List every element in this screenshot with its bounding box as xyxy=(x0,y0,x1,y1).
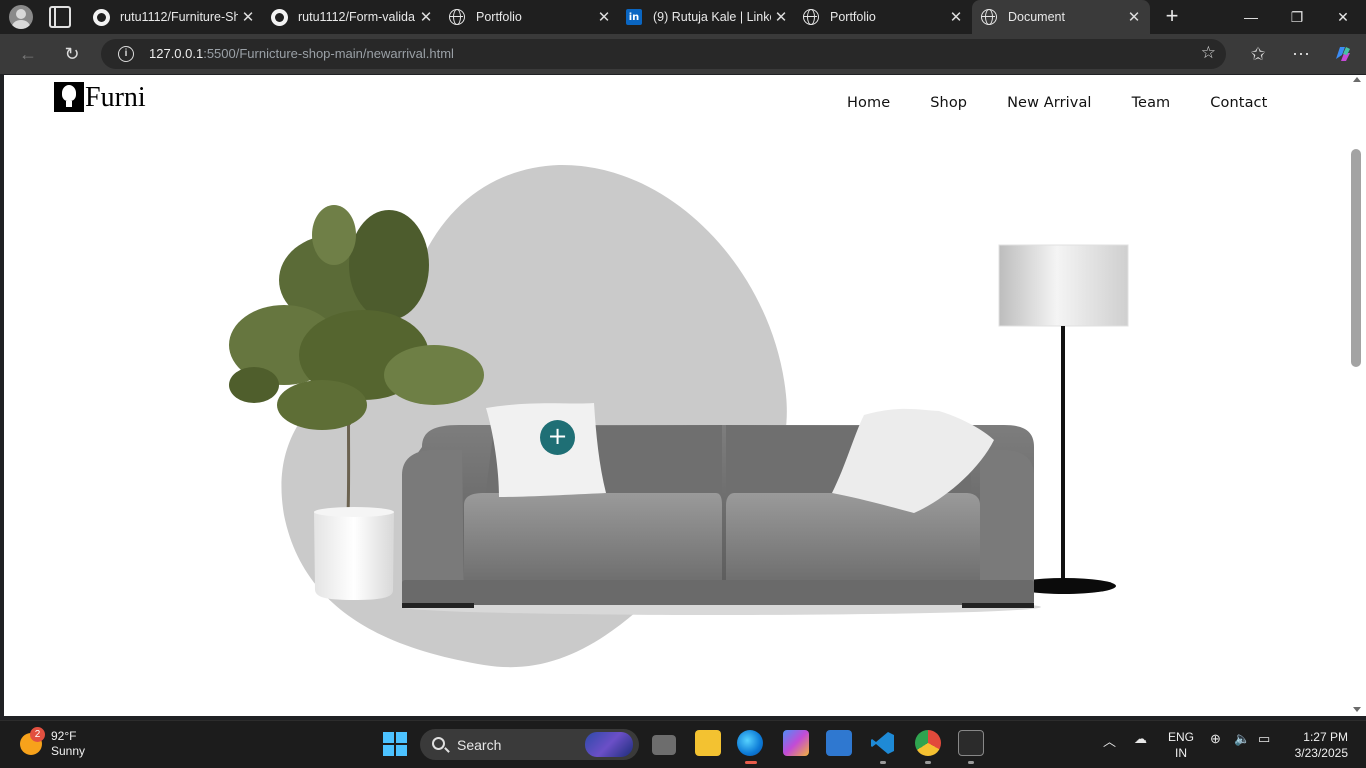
address-bar[interactable]: i 127.0.0.1:5500/Furnicture-shop-main/ne… xyxy=(101,39,1226,69)
battery-icon[interactable]: ▭ xyxy=(1258,731,1270,747)
close-tab-icon[interactable]: ✕ xyxy=(946,8,966,26)
close-tab-icon[interactable]: ✕ xyxy=(416,8,436,26)
grey-sofa xyxy=(401,403,1041,615)
page-viewport: Furni Home Shop New Arrival Team Contact xyxy=(4,75,1348,716)
terminal-icon[interactable] xyxy=(958,730,984,756)
app-indicator xyxy=(880,761,886,764)
tab-title: Portfolio xyxy=(830,10,876,24)
search-icon xyxy=(432,737,445,750)
system-clock[interactable]: 1:27 PM 3/23/2025 xyxy=(1286,729,1348,761)
tab-title: Portfolio xyxy=(476,10,522,24)
linkedin-icon: in xyxy=(625,8,643,26)
clock-date: 3/23/2025 xyxy=(1294,746,1348,760)
scroll-thumb[interactable] xyxy=(1351,149,1361,367)
tab-portfolio-2[interactable]: Portfolio ✕ xyxy=(794,0,972,34)
onedrive-icon[interactable]: ☁ xyxy=(1134,731,1147,747)
browser-toolbar: ← ↻ i 127.0.0.1:5500/Furnicture-shop-mai… xyxy=(0,34,1366,74)
url-host: 127.0.0.1 xyxy=(149,46,204,61)
globe-icon xyxy=(448,8,466,26)
close-tab-icon[interactable]: ✕ xyxy=(594,8,614,26)
file-explorer-icon[interactable] xyxy=(695,730,721,756)
weather-text: 92°F Sunny xyxy=(51,729,85,759)
restore-button[interactable]: ❐ xyxy=(1274,0,1320,34)
refresh-icon[interactable]: ↻ xyxy=(61,43,83,65)
volume-icon[interactable]: 🔈 xyxy=(1234,731,1250,747)
tab-actions-icon[interactable] xyxy=(49,6,71,28)
url-text[interactable]: 127.0.0.1:5500/Furnicture-shop-main/newa… xyxy=(149,46,454,61)
page-scrollbar[interactable] xyxy=(1348,75,1366,716)
hero-illustration xyxy=(229,164,1129,668)
tab-title: (9) Rutuja Kale | Linke xyxy=(653,10,771,24)
language-indicator[interactable]: ENG IN xyxy=(1166,729,1196,761)
minimize-button[interactable]: — xyxy=(1228,0,1274,34)
app-indicator xyxy=(925,761,931,764)
windows-start-icon[interactable] xyxy=(383,732,407,756)
active-app-indicator xyxy=(745,761,757,764)
github-icon xyxy=(92,8,110,26)
tab-github-furniture[interactable]: rutu1112/Furniture-Sh ✕ xyxy=(84,0,264,34)
globe-icon xyxy=(802,8,820,26)
microsoft-store-icon[interactable] xyxy=(826,730,852,756)
close-tab-icon[interactable]: ✕ xyxy=(238,8,258,26)
copilot-icon[interactable] xyxy=(1332,43,1354,65)
tab-title: rutu1112/Furniture-Sh xyxy=(120,10,238,24)
close-tab-icon[interactable]: ✕ xyxy=(1124,8,1144,26)
windows-taskbar: 92°F Sunny 2 Search ︿ ☁ ENG IN ⊕ 🔈 ▭ 1:2… xyxy=(0,720,1366,768)
favorite-star-icon[interactable]: ☆ xyxy=(1201,43,1216,63)
taskbar-search[interactable]: Search xyxy=(420,729,639,760)
favorites-icon[interactable]: ✩ xyxy=(1247,43,1269,65)
more-menu-icon[interactable]: ⋯ xyxy=(1290,43,1312,65)
chrome-icon[interactable] xyxy=(915,730,941,756)
back-arrow-icon[interactable]: ← xyxy=(17,43,39,65)
close-tab-icon[interactable]: ✕ xyxy=(771,8,791,26)
product-hotspot-button[interactable]: + xyxy=(540,420,575,455)
search-label: Search xyxy=(457,737,502,753)
task-view-icon[interactable] xyxy=(652,735,676,755)
show-hidden-icons[interactable]: ︿ xyxy=(1103,731,1116,750)
copilot-app-icon[interactable] xyxy=(783,730,809,756)
tab-linkedin[interactable]: in (9) Rutuja Kale | Linke ✕ xyxy=(617,0,797,34)
new-tab-button[interactable]: + xyxy=(1162,5,1182,27)
globe-icon xyxy=(980,8,998,26)
clock-time: 1:27 PM xyxy=(1303,730,1348,744)
tab-title: Document xyxy=(1008,10,1065,24)
close-window-button[interactable]: ✕ xyxy=(1320,0,1366,34)
region-code: IN xyxy=(1175,746,1187,760)
tab-title: rutu1112/Form-valida xyxy=(298,10,415,24)
scroll-down-icon[interactable] xyxy=(1353,707,1361,712)
site-info-icon[interactable]: i xyxy=(118,46,134,62)
scroll-up-icon[interactable] xyxy=(1353,77,1361,82)
search-highlight-image xyxy=(585,732,633,757)
temperature: 92°F xyxy=(51,729,77,743)
tab-github-form[interactable]: rutu1112/Form-valida ✕ xyxy=(262,0,442,34)
profile-avatar-icon[interactable] xyxy=(9,5,33,29)
tab-document[interactable]: Document ✕ xyxy=(972,0,1150,34)
app-indicator xyxy=(968,761,974,764)
github-icon xyxy=(270,8,288,26)
language-code: ENG xyxy=(1167,730,1194,744)
url-path: :5500/Furnicture-shop-main/newarrival.ht… xyxy=(203,46,454,61)
network-icon[interactable]: ⊕ xyxy=(1210,731,1221,747)
tab-portfolio-1[interactable]: Portfolio ✕ xyxy=(440,0,620,34)
weather-badge: 2 xyxy=(30,727,45,742)
vscode-icon[interactable] xyxy=(870,730,896,756)
edge-browser-icon[interactable] xyxy=(737,730,763,756)
weather-condition: Sunny xyxy=(51,744,86,758)
